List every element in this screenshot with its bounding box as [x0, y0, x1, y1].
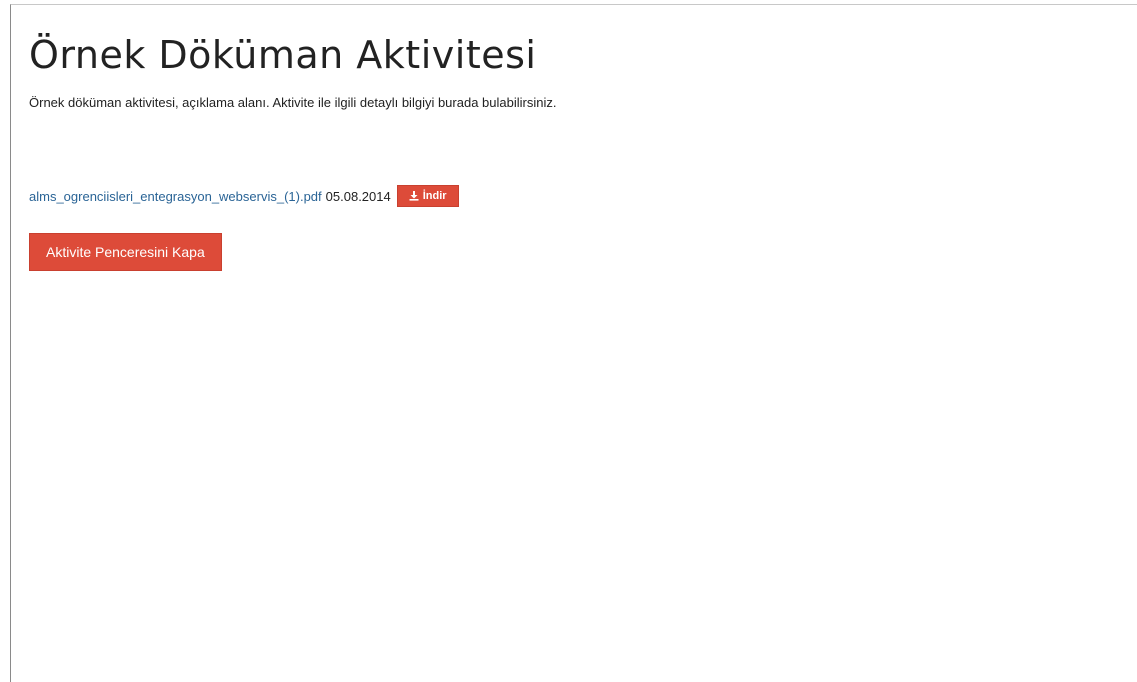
download-icon — [409, 191, 419, 201]
download-button[interactable]: İndir — [396, 185, 459, 207]
attachment-row: alms_ogrenciisleri_entegrasyon_webservis… — [29, 185, 459, 207]
attachment-date: 05.08.2014 — [325, 188, 391, 204]
download-button-label: İndir — [422, 190, 447, 202]
activity-window: Örnek Döküman Aktivitesi Örnek döküman a… — [10, 4, 1137, 682]
close-activity-button[interactable]: Aktivite Penceresini Kapa — [29, 233, 222, 271]
page-title: Örnek Döküman Aktivitesi — [29, 33, 537, 77]
attachment-link[interactable]: alms_ogrenciisleri_entegrasyon_webservis… — [29, 189, 322, 204]
activity-description: Örnek döküman aktivitesi, açıklama alanı… — [29, 95, 557, 110]
